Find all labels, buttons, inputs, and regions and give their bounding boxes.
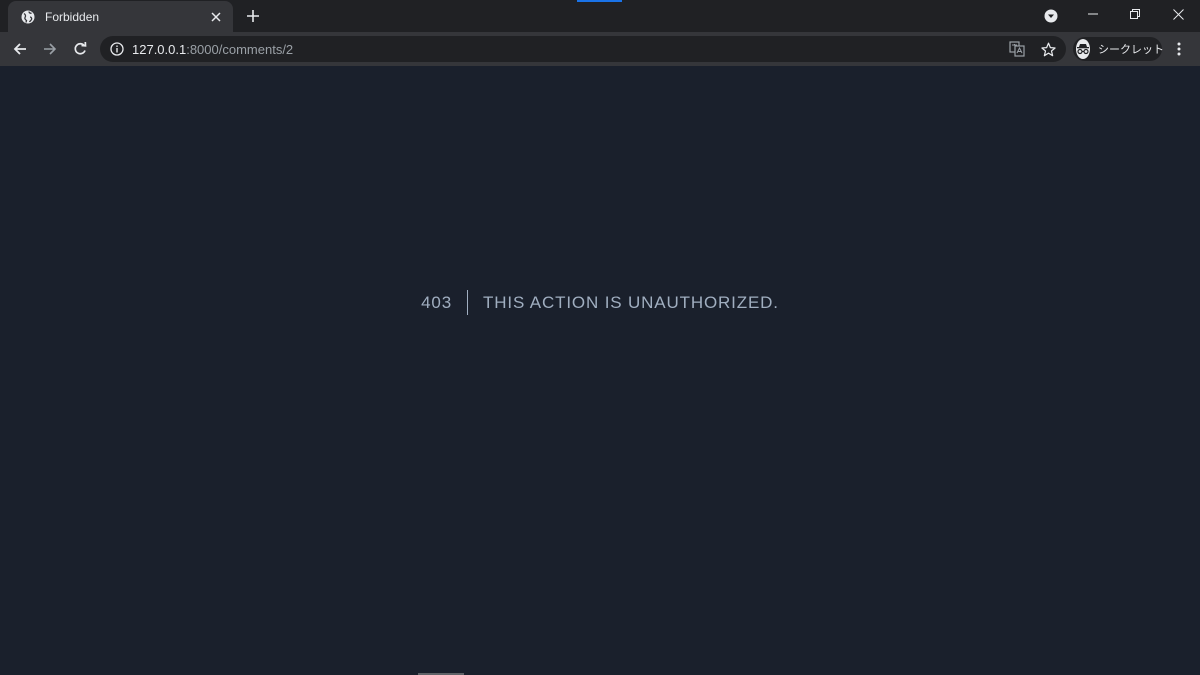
star-icon: [1040, 42, 1056, 56]
incognito-label: シークレット: [1098, 44, 1164, 56]
site-info-icon[interactable]: [110, 42, 124, 56]
back-button[interactable]: [7, 36, 33, 62]
tab-title: Forbidden: [45, 9, 100, 24]
reload-icon: [74, 42, 87, 55]
address-bar[interactable]: 127.0.0.1:8000/comments/2: [100, 36, 1066, 62]
browser-chrome: Forbidden 127.0.0.1:8000/comments/2 シークレ…: [0, 0, 1200, 66]
url-path: :8000/comments/2: [186, 41, 294, 57]
translate-icon: [1009, 41, 1025, 57]
tab-strip: Forbidden: [0, 0, 1200, 32]
tab-forbidden[interactable]: Forbidden: [8, 1, 233, 32]
bookmark-button[interactable]: [1037, 38, 1059, 60]
incognito-icon: [1076, 39, 1090, 59]
tab-search-button[interactable]: [1040, 5, 1062, 27]
error-message: This action is unauthorized.: [483, 293, 779, 312]
forward-button[interactable]: [37, 36, 63, 62]
window-close-button[interactable]: [1156, 0, 1200, 28]
new-tab-button[interactable]: [242, 5, 264, 27]
arrow-right-icon: [44, 43, 57, 55]
error-message-block: 403 This action is unauthorized.: [0, 290, 1200, 315]
close-icon[interactable]: [207, 8, 225, 26]
page-content: [0, 66, 1200, 675]
plus-icon: [247, 10, 259, 22]
error-code: 403: [421, 290, 469, 315]
tab-strip-accent: [577, 0, 622, 2]
incognito-profile-button[interactable]: シークレット: [1073, 37, 1164, 61]
restore-icon: [1130, 9, 1140, 19]
reload-button[interactable]: [67, 36, 93, 62]
url-text: 127.0.0.1:8000/comments/2: [132, 42, 293, 57]
close-icon: [1172, 8, 1184, 20]
more-vert-icon: [1177, 42, 1181, 56]
globe-icon: [20, 9, 36, 25]
minimize-icon: [1088, 13, 1098, 15]
arrow-left-icon: [13, 43, 26, 55]
restore-button[interactable]: [1113, 0, 1157, 28]
chevron-down-icon: [1044, 9, 1058, 23]
minimize-button[interactable]: [1071, 0, 1115, 28]
url-host: 127.0.0.1: [132, 41, 187, 57]
browser-menu-button[interactable]: [1168, 38, 1190, 60]
translate-button[interactable]: [1006, 38, 1028, 60]
